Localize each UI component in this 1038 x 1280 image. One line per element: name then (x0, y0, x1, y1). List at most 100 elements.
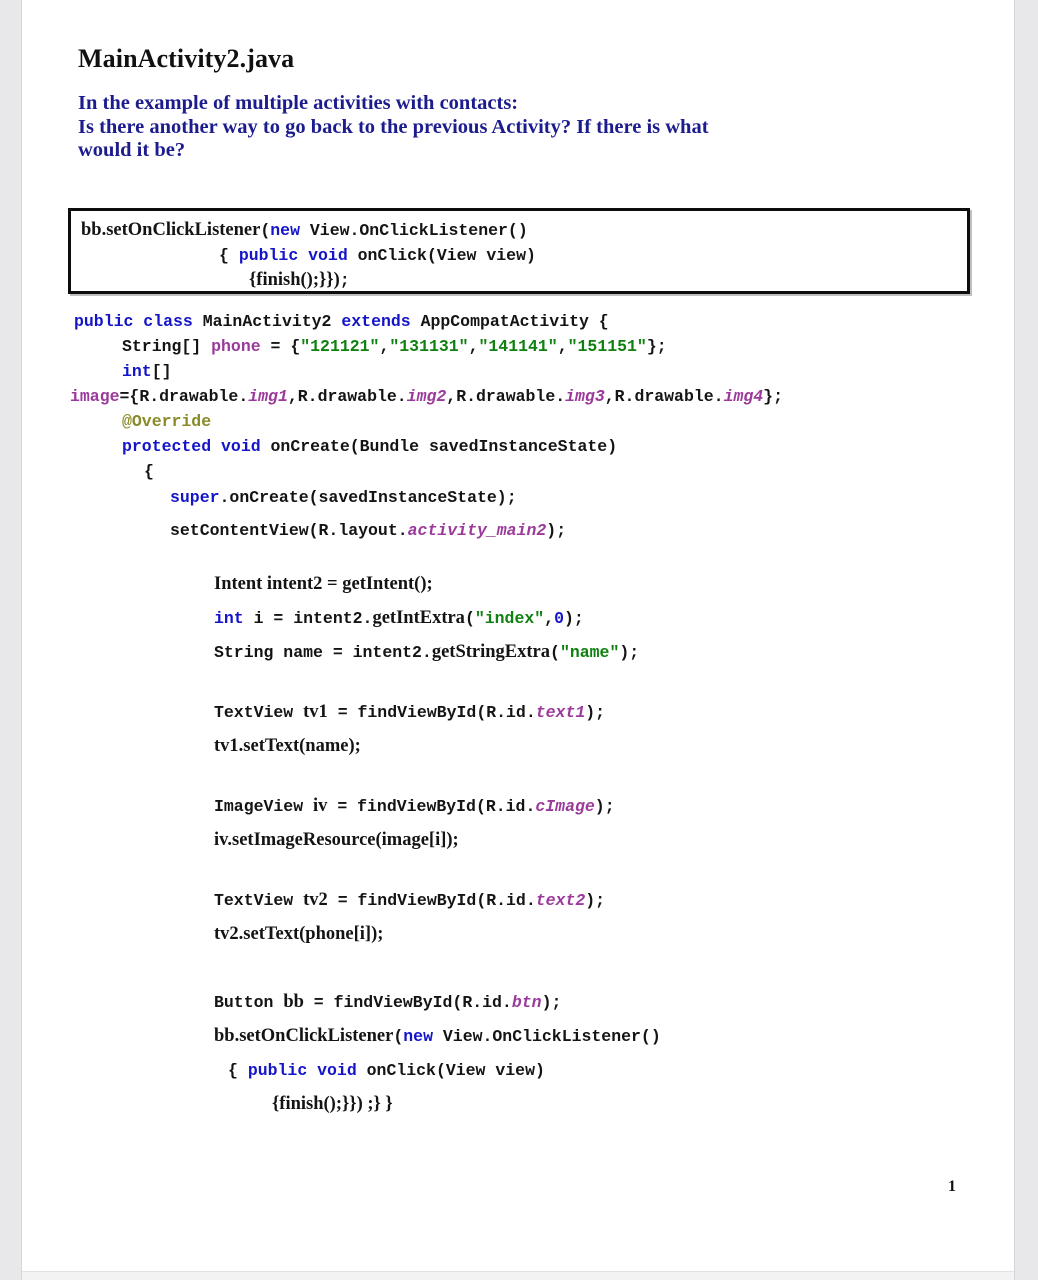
tok-new-20: new (403, 1027, 433, 1046)
tok-str-1: "121121" (300, 337, 380, 356)
page-gutter-right (1014, 0, 1038, 1280)
tok-public-class: public class (74, 312, 193, 331)
tok-end-11: ); (563, 609, 584, 628)
tok-rid-19: (R.id. (452, 993, 512, 1012)
tok-zero: 0 (554, 609, 564, 628)
tok-phone-ident: phone (211, 337, 261, 356)
tok-super-semi: ; (506, 488, 517, 507)
tok-img4: img4 (723, 387, 764, 406)
tok-super: super (170, 488, 220, 507)
boxed-token-listener: View.OnClickListener (299, 221, 508, 240)
question-text: In the example of multiple activities wi… (78, 92, 968, 163)
tok-super-oncreate: .onCreate (219, 488, 309, 507)
highlighted-code-box: bb.setOnClickListener(new View.OnClickLi… (68, 208, 970, 294)
tok-publicvoid-21: public void (247, 1061, 357, 1080)
code-line-15: ImageView iv = findViewById(R.id.cImage)… (214, 797, 615, 816)
tok-tv1-settext: tv1.setText(name); (214, 736, 361, 756)
tok-rid-13: (R.id. (476, 703, 536, 722)
tok-string-name: String name = intent2. (214, 643, 432, 662)
boxed-token-finish: {finish();}}) (249, 270, 340, 290)
code-line-17: TextView tv2 = findViewById(R.id.text2); (214, 891, 605, 910)
tok-i-assign: i = intent2. (243, 609, 373, 628)
tok-tv1: tv1 (303, 702, 328, 722)
page-gutter-left (0, 0, 22, 1280)
question-line-3: would it be? (78, 139, 186, 161)
page-number: 1 (948, 1178, 956, 1195)
tok-super-args: (savedInstanceState) (308, 488, 507, 507)
tok-drawable-1: ={R.drawable. (119, 387, 249, 406)
tok-cimage: cImage (535, 797, 595, 816)
boxed-token-publicvoid: public void (238, 246, 348, 265)
tok-img1: img1 (248, 387, 288, 406)
tok-btn: btn (511, 993, 542, 1012)
tok-textview-17: TextView (214, 891, 304, 910)
tok-getstringextra: getStringExtra (431, 642, 551, 662)
tok-activity-main2: activity_main2 (407, 521, 547, 540)
tok-index-str: "index" (474, 609, 545, 628)
tok-oncreate: onCreate (260, 437, 350, 456)
tok-img3: img3 (565, 387, 605, 406)
code-line-12: String name = intent2.getStringExtra("na… (214, 643, 639, 662)
document-viewport: MainActivity2.java In the example of mul… (0, 0, 1038, 1280)
tok-intent-decl: Intent intent2 = getIntent(); (214, 574, 433, 594)
tok-drawable-4: ,R.drawable. (604, 387, 724, 406)
tok-close-brace: }; (646, 337, 667, 356)
boxed-token-brace: { (219, 246, 239, 265)
tok-setonclicklistener: bb.setOnClickListener (214, 1026, 394, 1046)
tok-comma-11: , (544, 609, 555, 628)
tok-drawable-3: ,R.drawable. (446, 387, 566, 406)
code-line-02: String[] phone = {"121121","131131","141… (122, 337, 667, 356)
tok-viewlistener-20: View.OnClickListener (432, 1027, 641, 1046)
tok-int: int (122, 362, 152, 381)
boxed-token-parens: () (507, 221, 528, 240)
tok-close-paren-9: ) (546, 521, 557, 540)
boxed-code-line-3: {finish();}}); (249, 271, 350, 290)
tok-rid-15: (R.id. (475, 797, 536, 816)
code-line-11: int i = intent2.getIntExtra("index",0); (214, 609, 584, 628)
tok-button: Button (214, 993, 284, 1012)
tok-str-4: "151151" (567, 337, 647, 356)
boxed-token-semicolon: ; (339, 271, 350, 290)
tok-str-2: "131131" (389, 337, 469, 356)
tok-text1: text1 (535, 703, 586, 722)
tok-iv-setimageresource: iv.setImageResource(image[i]); (214, 830, 459, 850)
code-line-01: public class MainActivity2 extends AppCo… (74, 312, 609, 331)
code-line-04: image={R.drawable.img1,R.drawable.img2,R… (70, 387, 783, 406)
tok-end-17: ); (585, 891, 606, 910)
tok-end-4: }; (763, 387, 783, 406)
tok-comma-2: , (468, 337, 479, 356)
tok-findviewbyid-19: = findViewById (303, 993, 453, 1012)
tok-setcontentview: setContentView (170, 521, 309, 540)
boxed-token-new: new (270, 221, 300, 240)
tok-onclick-21: onClick (356, 1061, 436, 1080)
boxed-token-onclick: onClick (347, 246, 427, 265)
tok-string-type: String[] (122, 337, 212, 356)
tok-superclass: AppCompatActivity { (410, 312, 609, 331)
code-line-10: Intent intent2 = getIntent(); (214, 574, 433, 594)
tok-oncreate-params: (Bundle savedInstanceState) (349, 437, 618, 456)
tok-open-paren-11: ( (464, 609, 475, 628)
tok-tail-22: ;} } (362, 1094, 393, 1114)
boxed-token-paren: ( (260, 221, 271, 240)
code-line-13: TextView tv1 = findViewById(R.id.text1); (214, 703, 605, 722)
tok-image-ident: image (70, 387, 120, 406)
tok-bb: bb (283, 992, 304, 1012)
tok-open-paren-20: ( (393, 1027, 404, 1046)
page-title: MainActivity2.java (78, 44, 295, 73)
tok-img2: img2 (406, 387, 447, 406)
tok-tv2-settext: tv2.setText(phone[i]); (214, 924, 384, 944)
tok-comma-3: , (557, 337, 568, 356)
tok-brackets: [] (151, 362, 172, 381)
tok-textview-13: TextView (214, 703, 304, 722)
question-line-2: Is there another way to go back to the p… (78, 115, 709, 138)
code-line-03: int[] (122, 362, 172, 381)
tok-text2: text2 (535, 891, 586, 910)
tok-parens-20: () (640, 1027, 661, 1046)
boxed-token-params: (View view) (426, 246, 536, 265)
tok-drawable-2: ,R.drawable. (287, 387, 407, 406)
tok-name-str: "name" (559, 643, 620, 662)
boxed-code-line-2: { public void onClick(View view) (219, 246, 536, 265)
tok-end-13: ); (585, 703, 606, 722)
tok-rlayout: (R.layout. (308, 521, 408, 540)
tok-semi-9: ; (556, 521, 567, 540)
